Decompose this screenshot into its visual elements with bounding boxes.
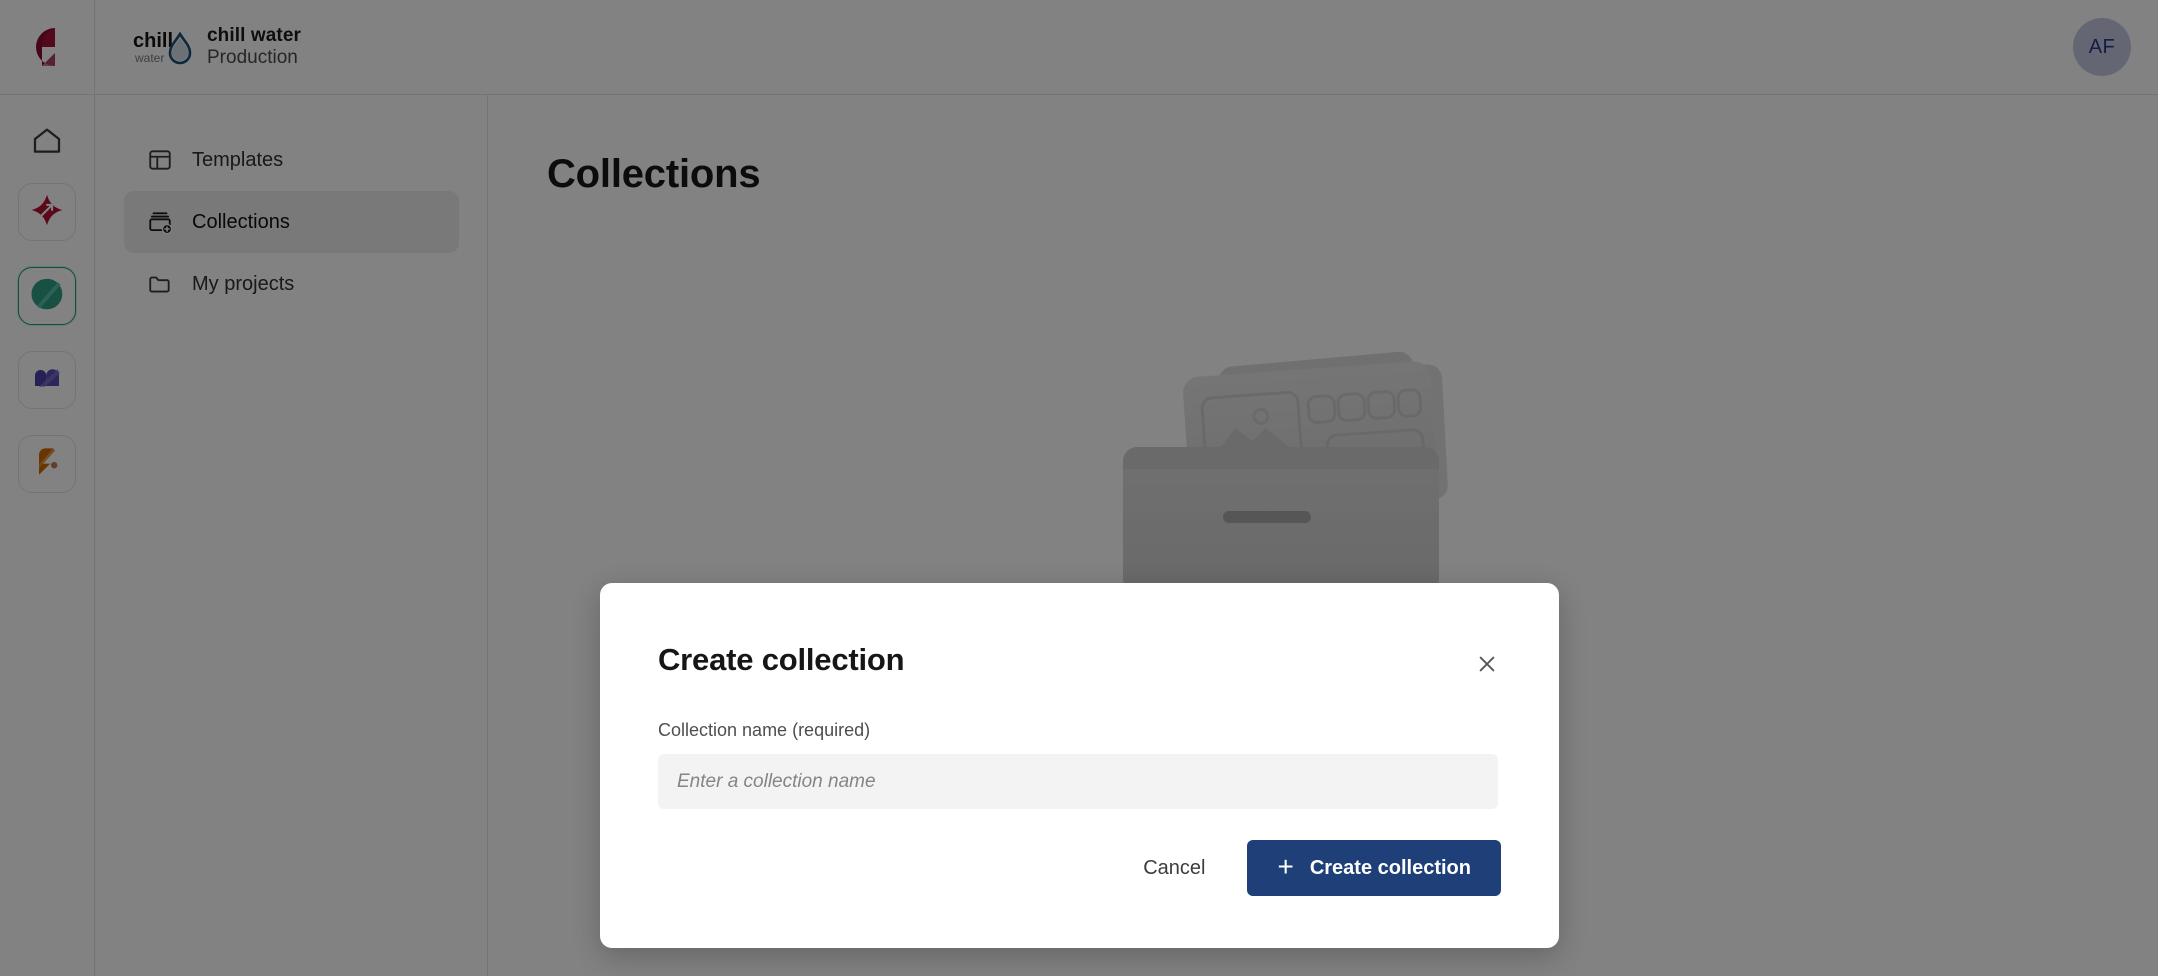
create-collection-button-label: Create collection: [1309, 856, 1471, 879]
cancel-button[interactable]: Cancel: [1119, 843, 1229, 894]
collection-name-input[interactable]: [658, 754, 1498, 809]
create-collection-button[interactable]: + Create collection: [1247, 840, 1501, 896]
create-collection-dialog: Create collection Collection name (requi…: [600, 583, 1559, 948]
app-root: chill water chill water Production AF Te…: [0, 0, 2158, 976]
plus-icon: +: [1277, 851, 1294, 882]
close-icon[interactable]: [1467, 644, 1507, 684]
dialog-title: Create collection: [658, 642, 905, 677]
dialog-actions: Cancel + Create collection: [658, 840, 1501, 896]
collection-name-label: Collection name (required): [658, 720, 871, 740]
dialog-header: Create collection: [658, 583, 1501, 684]
